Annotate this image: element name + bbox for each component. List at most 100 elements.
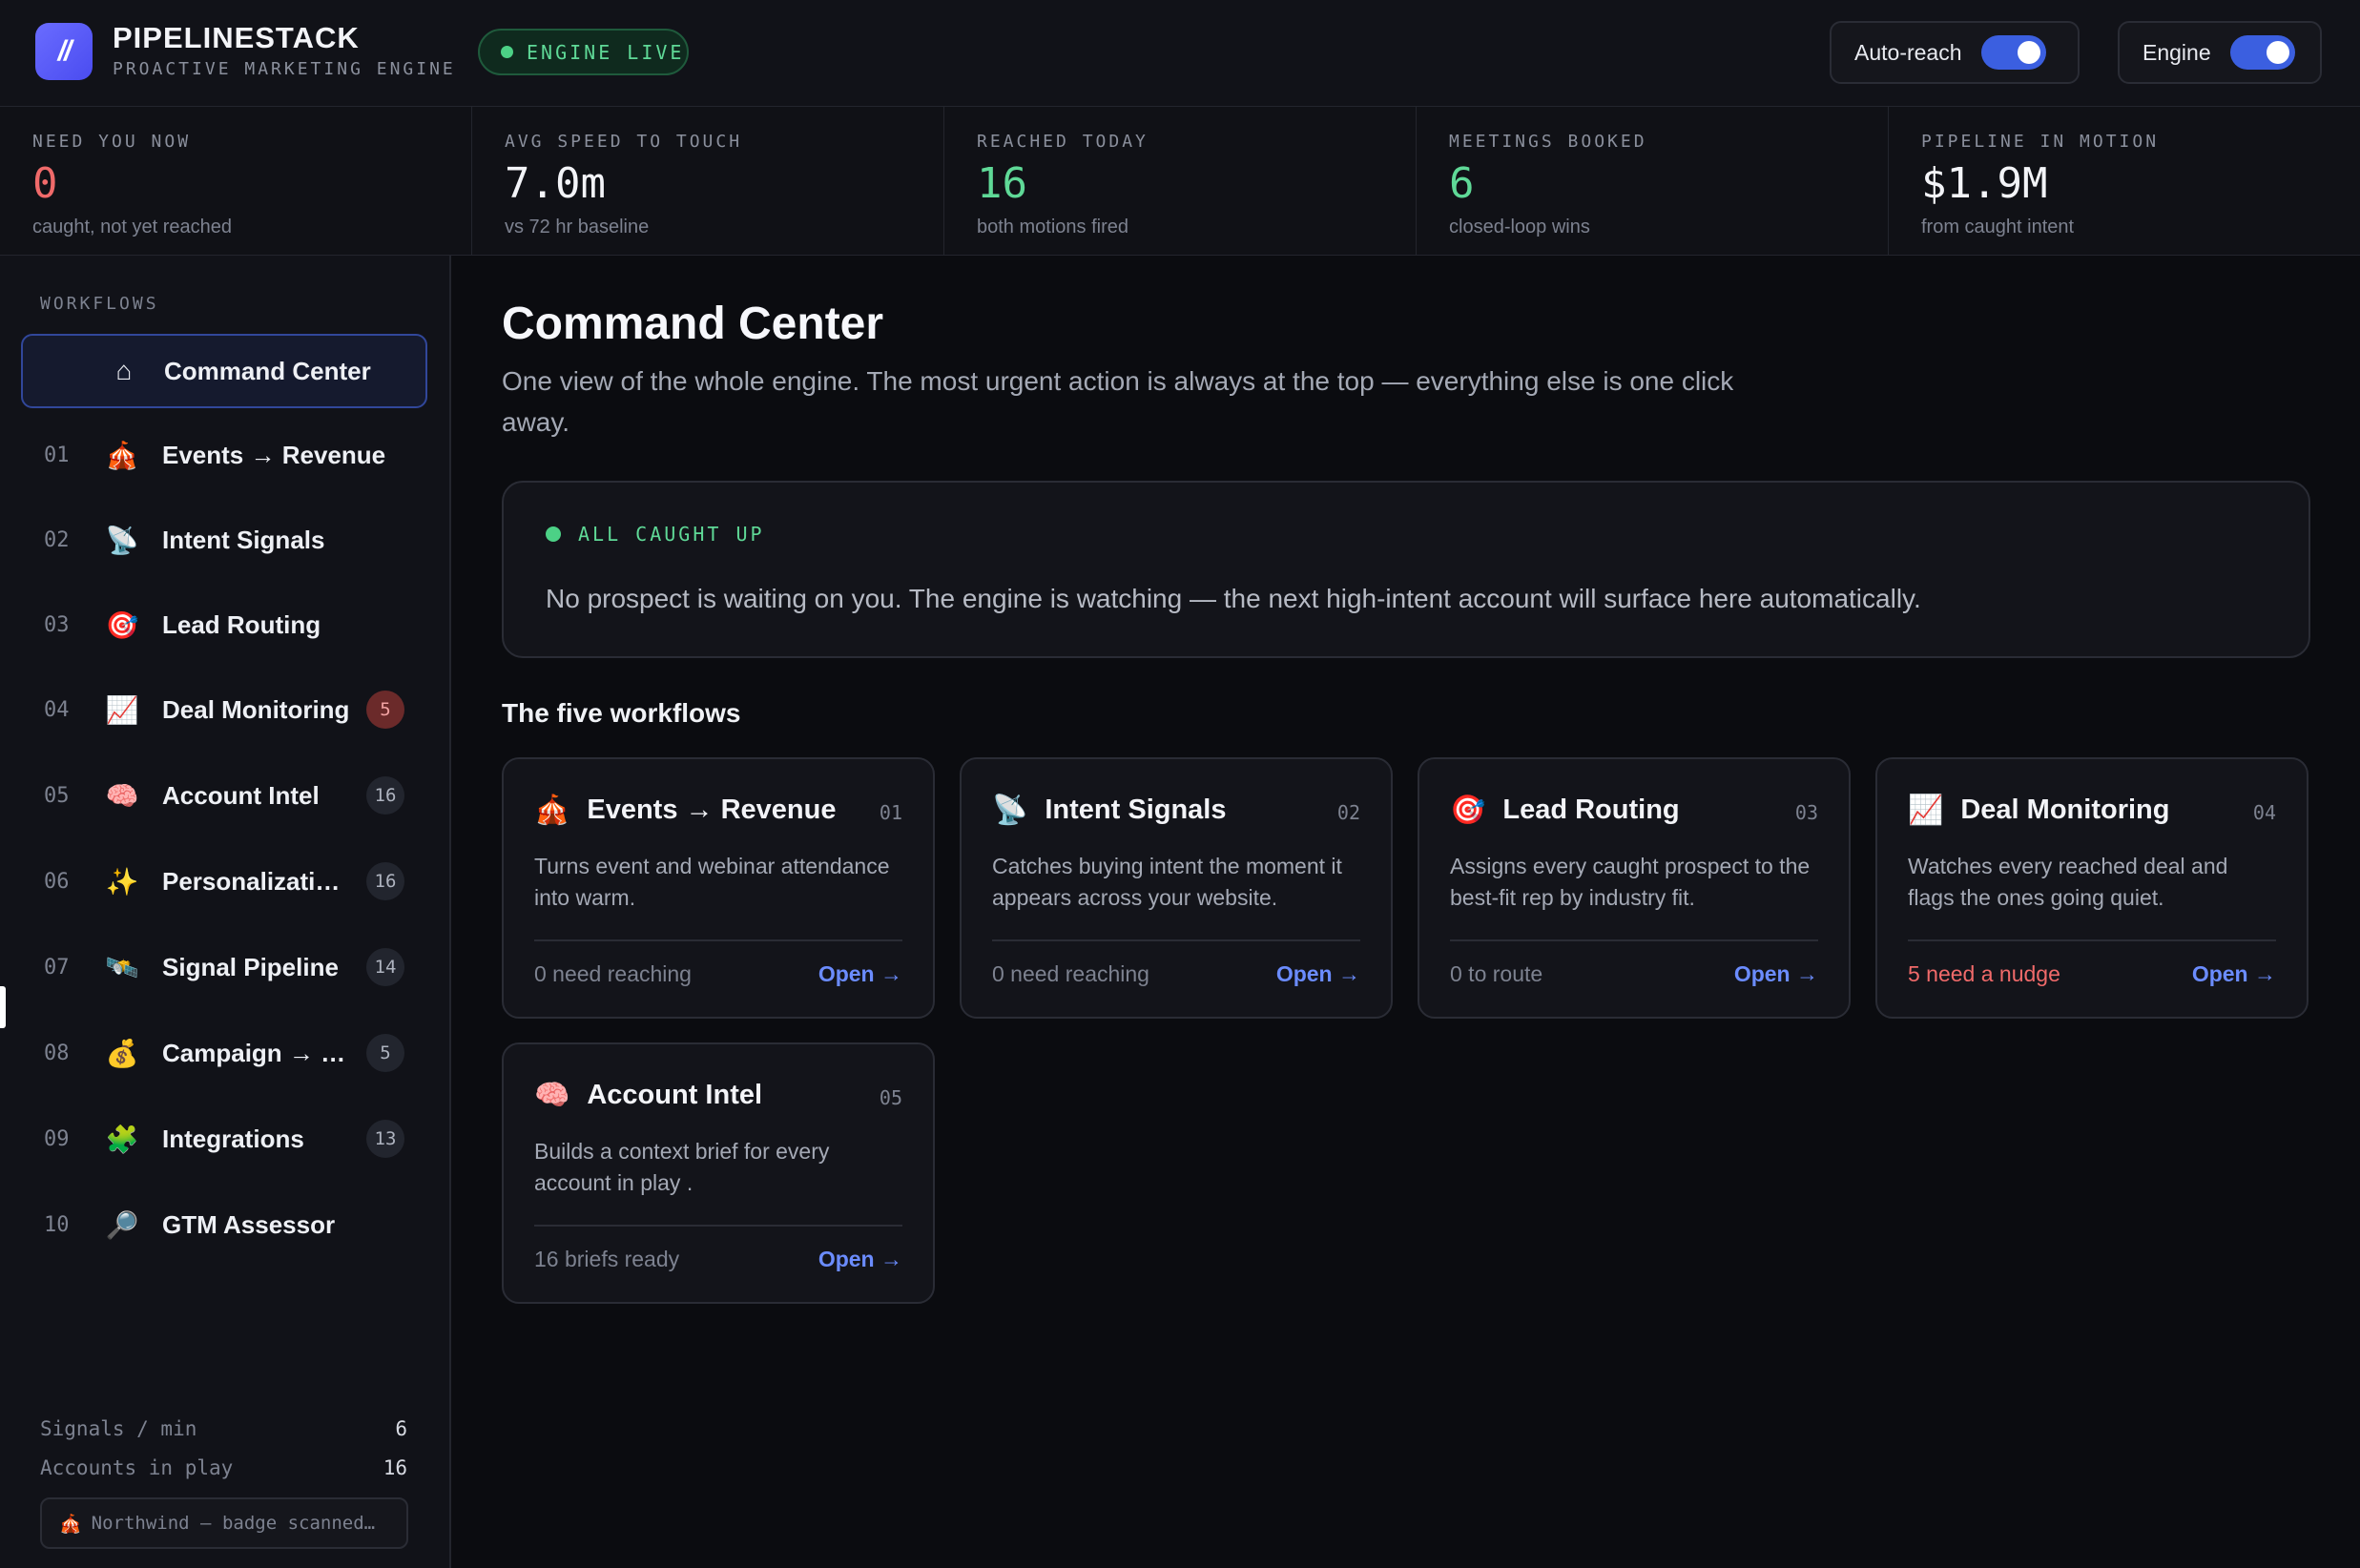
- status-dot-icon: [546, 526, 561, 542]
- brain-icon: 🧠: [105, 780, 139, 811]
- metrics-strip: NEED YOU NOW 0 caught, not yet reached A…: [0, 107, 2360, 256]
- home-icon: ⌂: [115, 356, 133, 385]
- workflow-card-header: 🎪 Events → Revenue: [534, 794, 836, 827]
- metric-label: AVG SPEED TO TOUCH: [505, 132, 743, 152]
- count-badge: 13: [366, 1120, 404, 1158]
- metric-sub: both motions fired: [977, 217, 1128, 238]
- sidebar-item-personalization[interactable]: 06 ✨ Personalizati… 16: [21, 844, 427, 918]
- sidebar: WORKFLOWS ⌂ Command Center 01 🎪 Events →…: [0, 256, 451, 1568]
- sidebar-item-lead-routing[interactable]: 03 🎯 Lead Routing: [21, 588, 427, 662]
- count-badge: 5: [366, 691, 404, 729]
- sidebar-item-campaign[interactable]: 08 💰 Campaign → … 5: [21, 1016, 427, 1090]
- sidebar-item-events-revenue[interactable]: 01 🎪 Events → Revenue: [21, 418, 427, 492]
- sidebar-item-label: Lead Routing: [162, 609, 321, 639]
- workflow-number: 04: [2252, 801, 2276, 824]
- engine-toggle-card[interactable]: Engine: [2118, 21, 2322, 84]
- metric-meetings-booked: MEETINGS BOOKED 6 closed-loop wins: [1417, 107, 1889, 255]
- engine-status-text: ENGINE LIVE: [527, 40, 685, 64]
- workflow-card-header: 📈 Deal Monitoring: [1908, 794, 2169, 827]
- metric-label: PIPELINE IN MOTION: [1921, 132, 2160, 152]
- engine-switch[interactable]: [2229, 35, 2295, 70]
- money-bag-icon: 💰: [105, 1038, 139, 1068]
- count-badge: 14: [366, 948, 404, 986]
- divider: [1908, 939, 2276, 941]
- switch-knob: [2017, 41, 2040, 64]
- workflow-description: Builds a context brief for every account…: [534, 1139, 830, 1195]
- workflow-title: Intent Signals: [1045, 794, 1227, 825]
- sidebar-item-label: Events → Revenue: [162, 440, 386, 469]
- sidebar-item-intent-signals[interactable]: 02 📡 Intent Signals: [21, 503, 427, 577]
- workflow-card-header: 🎯 Lead Routing: [1450, 794, 1680, 827]
- brand-subtitle: PROACTIVE MARKETING ENGINE: [113, 59, 456, 79]
- divider: [534, 939, 902, 941]
- chart-up-icon: 📈: [105, 694, 139, 725]
- workflow-number: 02: [1336, 801, 1360, 824]
- caught-up-tag-text: ALL CAUGHT UP: [578, 523, 765, 546]
- caught-up-card: ALL CAUGHT UP No prospect is waiting on …: [502, 481, 2310, 658]
- metric-avg-speed: AVG SPEED TO TOUCH 7.0m vs 72 hr baselin…: [472, 107, 944, 255]
- metric-sub: vs 72 hr baseline: [505, 217, 650, 238]
- sidebar-item-signal-pipeline[interactable]: 07 🛰️ Signal Pipeline 14: [21, 930, 427, 1004]
- engine-status-pill: ENGINE LIVE: [478, 29, 689, 75]
- metric-pipeline: PIPELINE IN MOTION $1.9M from caught int…: [1889, 107, 2360, 255]
- top-bar: // PIPELINESTACK PROACTIVE MARKETING ENG…: [0, 0, 2360, 107]
- metric-value: $1.9M: [1921, 159, 2048, 208]
- sidebar-item-label: Account Intel: [162, 780, 320, 810]
- page-title: Command Center: [502, 299, 884, 349]
- stat-value: 6: [395, 1417, 407, 1440]
- sidebar-scroll-indicator[interactable]: [0, 986, 6, 1028]
- auto-reach-switch[interactable]: [1980, 35, 2046, 70]
- switch-knob: [2266, 41, 2289, 64]
- sidebar-item-label: GTM Assessor: [162, 1209, 336, 1239]
- sparkles-icon: ✨: [105, 866, 139, 897]
- sidebar-item-command-center[interactable]: ⌂ Command Center: [21, 334, 427, 408]
- metric-need-you-now: NEED YOU NOW 0 caught, not yet reached: [0, 107, 472, 255]
- metric-value: 0: [32, 159, 58, 208]
- brain-icon: 🧠: [534, 1080, 570, 1111]
- workflow-card-intent-signals[interactable]: 📡 Intent Signals 02 Catches buying inten…: [960, 757, 1393, 1019]
- auto-reach-toggle-card[interactable]: Auto-reach: [1830, 21, 2080, 84]
- sidebar-item-account-intel[interactable]: 05 🧠 Account Intel 16: [21, 758, 427, 833]
- metric-sub: caught, not yet reached: [32, 217, 233, 238]
- open-link[interactable]: Open →: [818, 961, 902, 987]
- satellite-icon: 🛰️: [105, 952, 139, 982]
- sidebar-item-gtm-assessor[interactable]: 10 🔎 GTM Assessor: [21, 1187, 427, 1262]
- sidebar-item-number: 03: [44, 612, 70, 637]
- metric-label: NEED YOU NOW: [32, 132, 192, 152]
- target-icon: 🎯: [105, 609, 139, 640]
- workflow-card-deal-monitoring[interactable]: 📈 Deal Monitoring 04 Watches every reach…: [1875, 757, 2308, 1019]
- brand-name: PIPELINESTACK: [113, 21, 360, 54]
- sidebar-item-label: Personalizati…: [162, 866, 341, 896]
- brand-logo[interactable]: //: [35, 23, 93, 80]
- open-link[interactable]: Open →: [1276, 961, 1360, 987]
- workflow-status: 0 need reaching: [534, 961, 692, 986]
- workflow-status: 0 need reaching: [992, 961, 1149, 986]
- workflow-title: Account Intel: [587, 1080, 763, 1110]
- status-dot-icon: [501, 46, 513, 58]
- open-link[interactable]: Open →: [1734, 961, 1818, 987]
- workflow-title: Lead Routing: [1502, 794, 1680, 825]
- workflow-status: 5 need a nudge: [1908, 961, 2060, 986]
- workflow-card-lead-routing[interactable]: 🎯 Lead Routing 03 Assigns every caught p…: [1418, 757, 1851, 1019]
- workflow-status: 0 to route: [1450, 961, 1543, 986]
- sidebar-item-integrations[interactable]: 09 🧩 Integrations 13: [21, 1102, 427, 1176]
- workflow-description: Turns event and webinar attendance into …: [534, 854, 890, 910]
- workflow-description: Assigns every caught prospect to the bes…: [1450, 854, 1811, 910]
- metric-value: 6: [1449, 159, 1475, 208]
- sidebar-item-label: Campaign → …: [162, 1038, 346, 1067]
- workflow-description: Catches buying intent the moment it appe…: [992, 854, 1342, 910]
- sidebar-item-number: 08: [44, 1041, 70, 1065]
- activity-ticker[interactable]: 🎪 Northwind — badge scanned…: [40, 1497, 408, 1549]
- sidebar-item-deal-monitoring[interactable]: 04 📈 Deal Monitoring 5: [21, 672, 427, 747]
- metric-sub: from caught intent: [1921, 217, 2075, 238]
- divider: [992, 939, 1360, 941]
- brand-logo-mark: //: [57, 35, 72, 67]
- open-link[interactable]: Open →: [818, 1247, 902, 1272]
- open-link[interactable]: Open →: [2192, 961, 2276, 987]
- metric-label: MEETINGS BOOKED: [1449, 132, 1647, 152]
- section-title: The five workflows: [502, 698, 741, 728]
- caught-up-message: No prospect is waiting on you. The engin…: [546, 584, 1921, 613]
- workflow-card-account-intel[interactable]: 🧠 Account Intel 05 Builds a context brie…: [502, 1042, 935, 1304]
- workflow-card-events-revenue[interactable]: 🎪 Events → Revenue 01 Turns event and we…: [502, 757, 935, 1019]
- main-content: Command Center One view of the whole eng…: [453, 256, 2360, 1568]
